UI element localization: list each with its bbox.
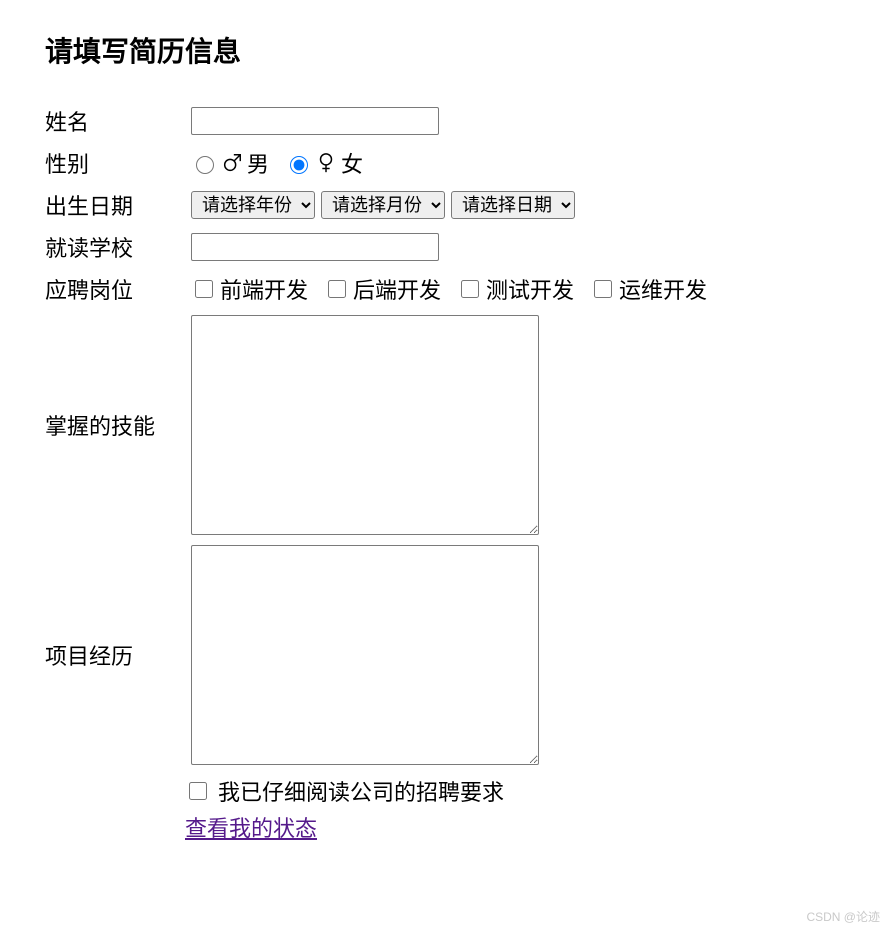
row-school: 就读学校	[45, 231, 847, 263]
radio-male-item: 男	[191, 147, 269, 179]
agree-label: 我已仔细阅读公司的招聘要求	[218, 775, 504, 807]
radio-male-label: 男	[247, 147, 269, 179]
check-item-0: 前端开发	[191, 273, 308, 305]
row-skills: 掌握的技能	[45, 315, 847, 535]
watermark: CSDN @论迹	[806, 908, 880, 925]
label-name: 姓名	[45, 105, 185, 137]
row-agree: 我已仔细阅读公司的招聘要求	[185, 775, 847, 807]
row-projects: 项目经历	[45, 545, 847, 765]
check-ops[interactable]	[594, 280, 612, 298]
check-item-3: 运维开发	[590, 273, 707, 305]
school-input[interactable]	[191, 233, 439, 261]
day-select[interactable]: 请选择日期	[451, 191, 575, 219]
row-status-link: 查看我的状态	[185, 811, 847, 843]
radio-female-item: 女	[285, 147, 363, 179]
label-birthdate: 出生日期	[45, 189, 185, 221]
male-icon	[221, 152, 243, 174]
check-testing-label: 测试开发	[486, 273, 574, 305]
check-backend-label: 后端开发	[353, 273, 441, 305]
agree-checkbox[interactable]	[189, 782, 207, 800]
female-icon	[315, 152, 337, 174]
check-testing[interactable]	[461, 280, 479, 298]
radio-female-label: 女	[341, 147, 363, 179]
check-frontend-label: 前端开发	[220, 273, 308, 305]
label-gender: 性别	[45, 147, 185, 179]
gender-radio-group: 男 女	[191, 147, 373, 179]
row-birthdate: 出生日期 请选择年份 请选择月份 请选择日期	[45, 189, 847, 221]
check-ops-label: 运维开发	[619, 273, 707, 305]
row-name: 姓名	[45, 105, 847, 137]
year-select[interactable]: 请选择年份	[191, 191, 315, 219]
radio-male[interactable]	[196, 156, 214, 174]
check-item-1: 后端开发	[324, 273, 441, 305]
label-position: 应聘岗位	[45, 273, 185, 305]
radio-female[interactable]	[290, 156, 308, 174]
projects-textarea[interactable]	[191, 545, 539, 765]
check-frontend[interactable]	[195, 280, 213, 298]
position-checkbox-group: 前端开发 后端开发 测试开发 运维开发	[191, 273, 717, 305]
row-position: 应聘岗位 前端开发 后端开发 测试开发 运维开发	[45, 273, 847, 305]
check-backend[interactable]	[328, 280, 346, 298]
label-skills: 掌握的技能	[45, 409, 185, 441]
birthdate-selects: 请选择年份 请选择月份 请选择日期	[191, 191, 575, 219]
check-item-2: 测试开发	[457, 273, 574, 305]
skills-textarea[interactable]	[191, 315, 539, 535]
status-link[interactable]: 查看我的状态	[185, 816, 317, 841]
name-input[interactable]	[191, 107, 439, 135]
page-title: 请填写简历信息	[45, 30, 847, 70]
row-gender: 性别 男 女	[45, 147, 847, 179]
month-select[interactable]: 请选择月份	[321, 191, 445, 219]
label-school: 就读学校	[45, 231, 185, 263]
label-projects: 项目经历	[45, 639, 185, 671]
